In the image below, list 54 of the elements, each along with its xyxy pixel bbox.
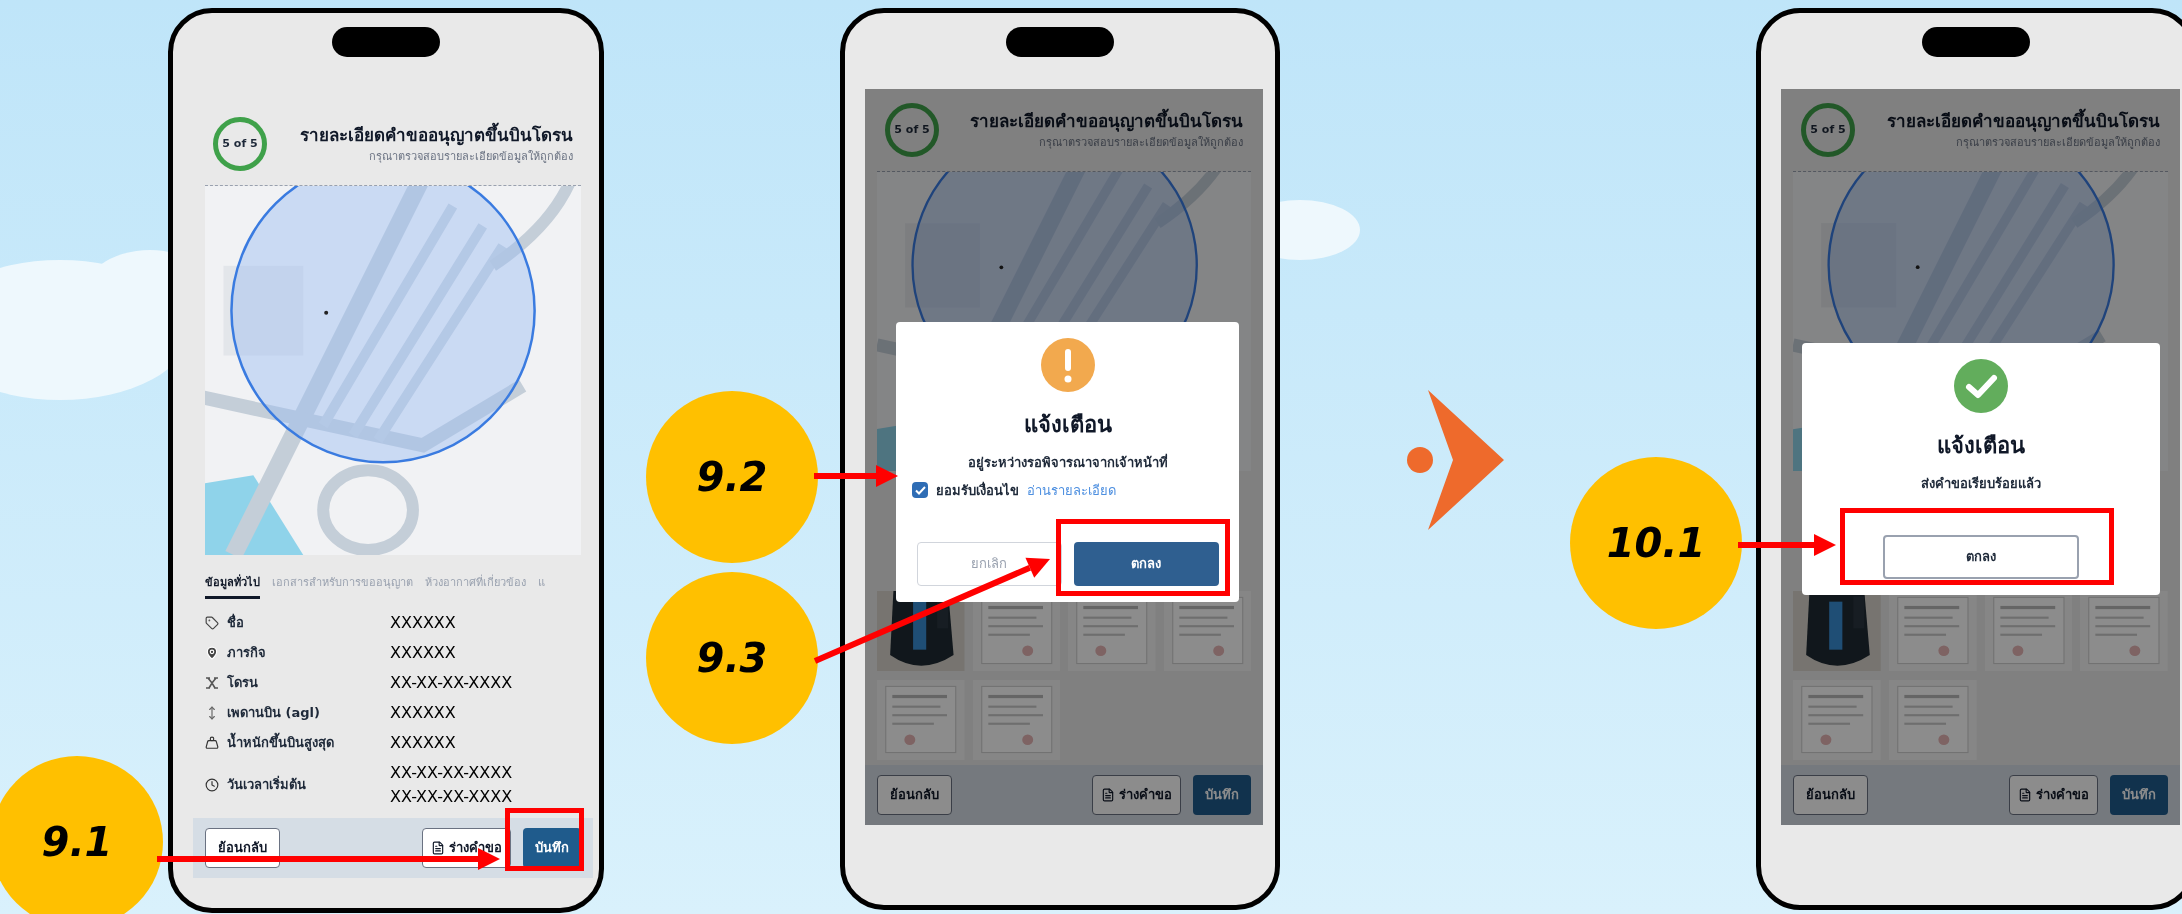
field-value: XXXXXX xyxy=(390,731,456,754)
field-value: XXXXXX xyxy=(390,701,456,724)
field-label: ชื่อ xyxy=(227,612,244,632)
success-icon xyxy=(1954,359,2008,413)
step-number: 9.3 xyxy=(646,572,818,744)
weight-icon xyxy=(205,735,219,750)
page-subtitle: กรุณาตรวจสอบรายละเอียดข้อมูลให้ถูกต้อง xyxy=(369,148,573,165)
save-button[interactable]: บันทึก xyxy=(523,828,581,868)
back-button[interactable]: ย้อนกลับ xyxy=(1793,775,1868,815)
step-counter: 5 of 5 xyxy=(1810,121,1846,138)
drone-icon xyxy=(205,676,219,689)
page-subtitle: กรุณาตรวจสอบรายละเอียดข้อมูลให้ถูกต้อง xyxy=(1956,134,2160,151)
tab[interactable]: ข้อมูลทั่วไป xyxy=(205,575,260,599)
clock-icon xyxy=(205,777,219,792)
warning-icon xyxy=(1040,338,1095,392)
field-value: XXXXXX xyxy=(390,611,456,634)
page-title: รายละเอียดคำขออนุญาตขึ้นบินโดรน xyxy=(970,109,1243,135)
consent-label: ยอมรับเงื่อนไข xyxy=(936,480,1019,500)
field-value: XX-XX-XX-XXXX xyxy=(390,761,513,784)
step-counter: 5 of 5 xyxy=(222,135,258,152)
step-number: 10.1 xyxy=(1570,457,1742,629)
dialog-title: แจ้งเตือน xyxy=(1937,432,2025,460)
document-icon xyxy=(2018,788,2032,802)
back-button[interactable]: ย้อนกลับ xyxy=(877,775,952,815)
field-label: โดรน xyxy=(227,673,258,692)
field-label: วันเวลาเริ่มต้น xyxy=(227,774,306,794)
details-link[interactable]: อ่านรายละเอียด xyxy=(1027,480,1116,500)
step-counter: 5 of 5 xyxy=(894,121,930,138)
save-button[interactable]: บันทึก xyxy=(1193,775,1251,815)
tag-icon xyxy=(205,615,219,630)
draft-button[interactable]: ร่างคำขอ xyxy=(2009,775,2098,815)
field-label: ภารกิจ xyxy=(227,643,266,662)
page-subtitle: กรุณาตรวจสอบรายละเอียดข้อมูลให้ถูกต้อง xyxy=(1039,134,1243,151)
dialog-message: อยู่ระหว่างรอพิจารณาจากเจ้าหน้าที่ xyxy=(967,453,1168,473)
page-title: รายละเอียดคำขออนุญาตขึ้นบินโดรน xyxy=(1887,109,2160,135)
page-title: รายละเอียดคำขออนุญาตขึ้นบินโดรน xyxy=(300,123,573,149)
pin-icon xyxy=(205,645,219,660)
ok-button[interactable]: ตกลง xyxy=(1883,535,2079,579)
draft-button[interactable]: ร่างคำขอ xyxy=(1092,775,1181,815)
step-number: 9.2 xyxy=(646,391,818,563)
field-label: เพดานบิน (agl) xyxy=(227,703,320,722)
document-icon xyxy=(431,841,445,855)
checkbox[interactable] xyxy=(912,482,928,499)
dialog-title: แจ้งเตือน xyxy=(1023,411,1112,439)
save-button[interactable]: บันทึก xyxy=(2110,775,2168,815)
document-icon xyxy=(1101,788,1115,802)
step-number: 9.1 xyxy=(0,756,163,914)
dialog-message: ส่งคำขอเรียบร้อยแล้ว xyxy=(1921,475,2041,493)
check-icon xyxy=(914,485,926,495)
field-value: XXXXXX xyxy=(390,641,456,664)
ok-button[interactable]: ตกลง xyxy=(1073,542,1219,586)
field-value: XX-XX-XX-XXXX xyxy=(390,671,513,694)
field-value: XX-XX-XX-XXXX xyxy=(390,785,513,808)
field-label: น้ำหนักขึ้นบินสูงสุด xyxy=(227,732,334,753)
